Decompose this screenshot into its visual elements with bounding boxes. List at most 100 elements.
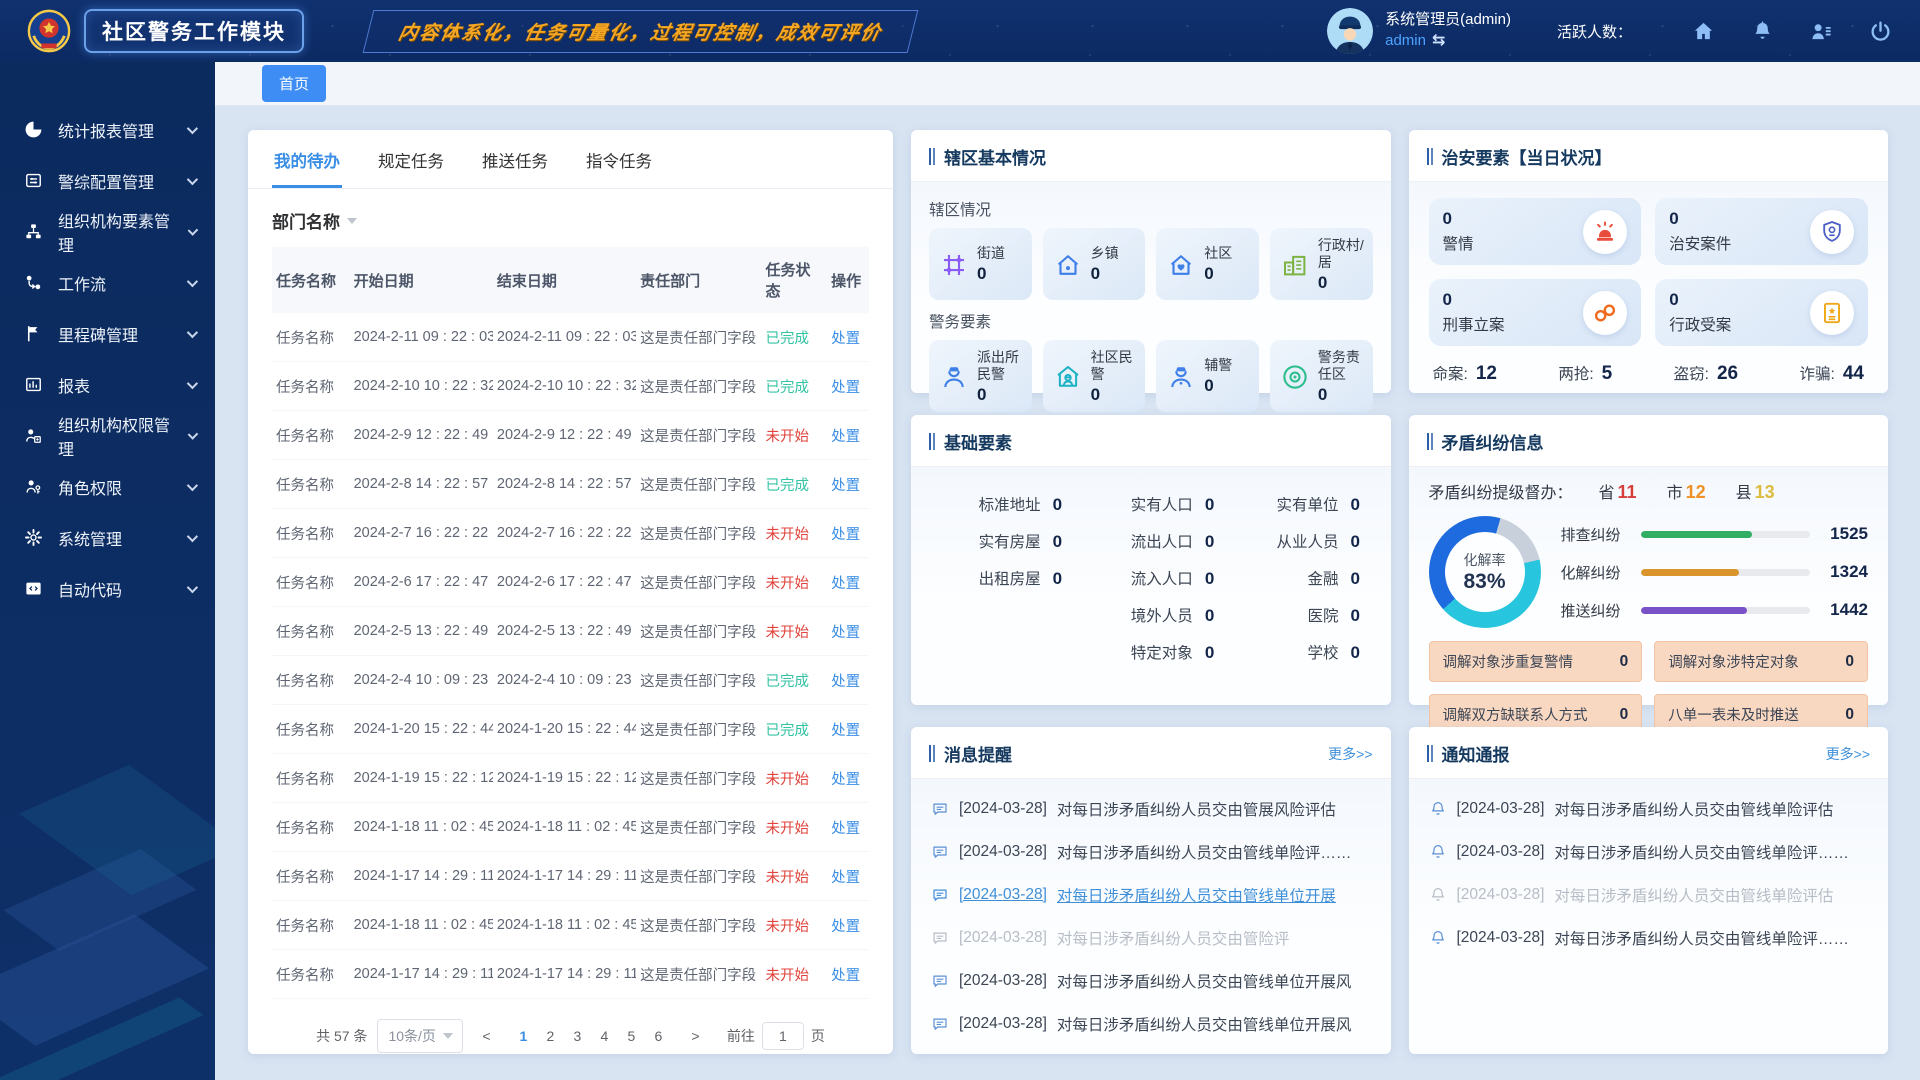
task-end: 2024-2-9 12 : 22 : 49 (493, 411, 636, 460)
table-column-header: 任务状态 (762, 247, 828, 313)
chevron-down-icon (347, 218, 357, 224)
handle-link[interactable]: 处置 (831, 870, 860, 886)
page-number[interactable]: 6 (645, 1023, 672, 1050)
dispute-alert-button[interactable]: 调解对象涉特定对象 0 (1654, 641, 1868, 682)
page-number[interactable]: 4 (591, 1023, 618, 1050)
message-item[interactable]: [2024-03-28] 对每日涉矛盾纠纷人员交由管线单位开展风 (931, 959, 1371, 1002)
message-bubble-icon (931, 929, 949, 947)
security-panel: 治安要素【当日状况】 0 警情 (1409, 130, 1889, 393)
task-start: 2024-1-17 14 : 29 : 11 (350, 852, 493, 901)
section-label: 辖区情况 (929, 198, 1373, 220)
header-action-icon[interactable] (1869, 20, 1892, 43)
title-mark (1427, 745, 1433, 762)
page-size-select[interactable]: 10条/页 (377, 1019, 462, 1053)
page-number[interactable]: 3 (564, 1023, 591, 1050)
message-date: [2024-03-28] (959, 800, 1047, 818)
total-count: 共 57 条 (316, 1026, 367, 1046)
dispute-alert-button[interactable]: 调解对象涉重复警情 0 (1429, 641, 1643, 682)
task-dept: 这是责任部门字段 (636, 313, 761, 362)
sidebar-item-icon (24, 375, 43, 394)
switch-user-icon[interactable]: ⇆ (1432, 30, 1445, 52)
handle-link[interactable]: 处置 (831, 723, 860, 739)
task-dept: 这是责任部门字段 (636, 705, 761, 754)
sidebar-item[interactable]: 统计报表管理 (0, 104, 215, 155)
handle-link[interactable]: 处置 (831, 380, 860, 396)
sidebar-item[interactable]: 组织机构权限管理 (0, 410, 215, 461)
sidebar-item[interactable]: 组织机构要素管理 (0, 206, 215, 257)
task-name: 任务名称 (272, 558, 350, 607)
task-tab[interactable]: 指令任务 (584, 130, 654, 188)
sidebar-item[interactable]: 自动代码 (0, 563, 215, 614)
prev-page-button[interactable]: < (473, 1023, 500, 1050)
notice-date: [2024-03-28] (1457, 929, 1545, 947)
more-link[interactable]: 更多>> (1826, 744, 1870, 764)
task-name: 任务名称 (272, 607, 350, 656)
table-row: 任务名称 2024-1-18 11 : 02 : 45 2024-1-18 11… (272, 901, 869, 950)
status-badge: 未开始 (766, 919, 810, 935)
sidebar-item[interactable]: 角色权限 (0, 461, 215, 512)
header-action-icon[interactable] (1751, 20, 1774, 43)
task-tab[interactable]: 我的待办 (272, 130, 342, 188)
status-badge: 未开始 (766, 527, 810, 543)
handle-link[interactable]: 处置 (831, 821, 860, 837)
message-item[interactable]: [2024-03-28] 对每日涉矛盾纠纷人员交由管险评 (931, 916, 1371, 959)
chevron-down-icon (187, 530, 198, 541)
notice-item[interactable]: [2024-03-28] 对每日涉矛盾纠纷人员交由管线单险评…… (1429, 830, 1869, 873)
sidebar-item[interactable]: 里程碑管理 (0, 308, 215, 359)
task-tab[interactable]: 规定任务 (376, 130, 446, 188)
sidebar-item-icon (24, 426, 43, 445)
notice-date: [2024-03-28] (1457, 800, 1545, 818)
task-start: 2024-2-11 09 : 22 : 03 (350, 313, 493, 362)
task-name: 任务名称 (272, 803, 350, 852)
message-item[interactable]: [2024-03-28] 对每日涉矛盾纠纷人员交由管展风险评估 (931, 787, 1371, 830)
handle-link[interactable]: 处置 (831, 968, 860, 984)
task-tab[interactable]: 推送任务 (480, 130, 550, 188)
notice-item[interactable]: [2024-03-28] 对每日涉矛盾纠纷人员交由管线单险评估 (1429, 787, 1869, 830)
sidebar-item[interactable]: 警综配置管理 (0, 155, 215, 206)
next-page-button[interactable]: > (682, 1023, 709, 1050)
more-link[interactable]: 更多>> (1328, 744, 1372, 764)
stat-tile-value: 0 (1091, 264, 1119, 284)
page-number[interactable]: 2 (537, 1023, 564, 1050)
tab-home[interactable]: 首页 (262, 65, 326, 102)
handle-link[interactable]: 处置 (831, 429, 860, 445)
avatar[interactable] (1327, 8, 1373, 54)
task-start: 2024-2-5 13 : 22 : 49 (350, 607, 493, 656)
security-stat-value: 0 (1669, 290, 1731, 310)
security-stat-icon (1819, 219, 1845, 245)
notice-item[interactable]: [2024-03-28] 对每日涉矛盾纠纷人员交由管线单险评…… (1429, 916, 1869, 959)
message-item[interactable]: [2024-03-28] 对每日涉矛盾纠纷人员交由管线单位开展 (931, 873, 1371, 916)
bar-fill (1641, 569, 1739, 576)
status-badge: 未开始 (766, 968, 810, 984)
task-start: 2024-1-18 11 : 02 : 45 (350, 803, 493, 852)
handle-link[interactable]: 处置 (831, 527, 860, 543)
status-badge: 已完成 (766, 478, 810, 494)
handle-link[interactable]: 处置 (831, 772, 860, 788)
handle-link[interactable]: 处置 (831, 674, 860, 690)
table-row: 任务名称 2024-1-19 15 : 22 : 12 2024-1-19 15… (272, 754, 869, 803)
handle-link[interactable]: 处置 (831, 919, 860, 935)
department-filter[interactable]: 部门名称 (248, 189, 893, 237)
notice-item[interactable]: [2024-03-28] 对每日涉矛盾纠纷人员交由管线单险评估 (1429, 873, 1869, 916)
message-item[interactable]: [2024-03-28] 对每日涉矛盾纠纷人员交由管线单险评…… (931, 830, 1371, 873)
page-number[interactable]: 1 (510, 1023, 537, 1050)
page-number[interactable]: 5 (618, 1023, 645, 1050)
header-action-icon[interactable] (1692, 20, 1715, 43)
header-action-icon[interactable] (1810, 20, 1833, 43)
sidebar-item[interactable]: 工作流 (0, 257, 215, 308)
sidebar-item-icon (24, 324, 43, 343)
goto-page-input[interactable] (762, 1022, 804, 1050)
handle-link[interactable]: 处置 (831, 331, 860, 347)
status-badge: 未开始 (766, 821, 810, 837)
sidebar-item[interactable]: 系统管理 (0, 512, 215, 563)
sidebar-item[interactable]: 报表 (0, 359, 215, 410)
handle-link[interactable]: 处置 (831, 478, 860, 494)
table-row: 任务名称 2024-2-6 17 : 22 : 47 2024-2-6 17 :… (272, 558, 869, 607)
task-dept: 这是责任部门字段 (636, 754, 761, 803)
handle-link[interactable]: 处置 (831, 576, 860, 592)
chevron-down-icon (187, 377, 198, 388)
handle-link[interactable]: 处置 (831, 625, 860, 641)
message-item[interactable]: [2024-03-28] 对每日涉矛盾纠纷人员交由管线单位开展风 (931, 1002, 1371, 1045)
user-name[interactable]: admin ⇆ (1385, 30, 1511, 52)
status-badge: 已完成 (766, 674, 810, 690)
